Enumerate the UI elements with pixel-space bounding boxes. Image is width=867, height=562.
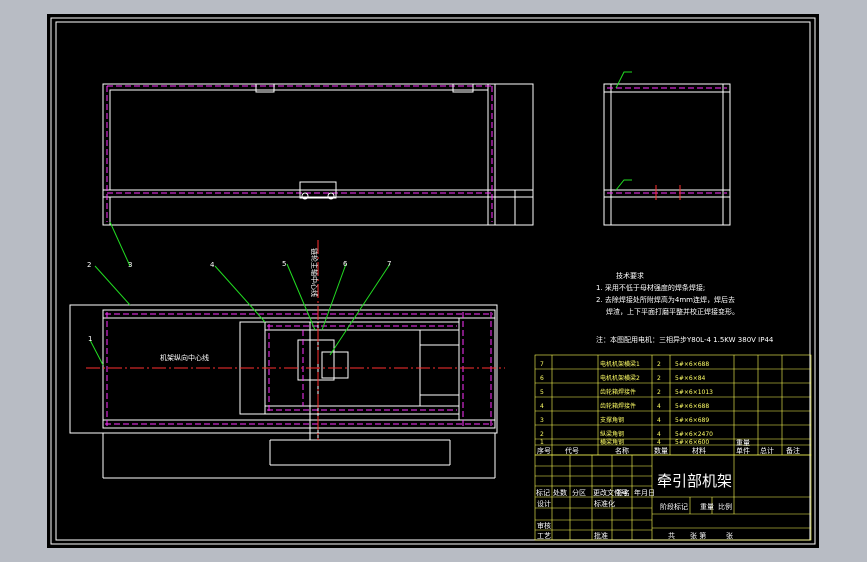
weight-label: 重量 <box>700 503 714 511</box>
bom-row-name: 齿轮箱焊接件 <box>600 388 636 396</box>
svg-text:标记: 标记 <box>536 488 550 497</box>
bom-row-no: 5 <box>540 389 544 396</box>
bom-row-no: 6 <box>540 375 544 382</box>
sheet-end-label: 张 <box>726 531 733 540</box>
sheets-label: 共 <box>668 531 675 540</box>
stage-mark-label: 阶段标记 <box>660 502 688 511</box>
vertical-centerline-label: 链轮主轴中心线 <box>310 248 319 297</box>
bom-row-material: 5#×6×84 <box>675 375 706 382</box>
bom-row-material: 5#×6×688 <box>675 403 709 410</box>
bom-row-no: 2 <box>540 431 544 438</box>
bom-row-no: 7 <box>540 361 544 368</box>
bom-row-qty: 2 <box>657 375 661 382</box>
svg-text:总计: 总计 <box>760 446 774 455</box>
tech-req-2b: 焊渣，上下平面打磨平整并校正焊接变形。 <box>606 307 739 316</box>
sheet-number-label: 张 第 <box>690 531 706 540</box>
svg-text:序号: 序号 <box>537 446 551 455</box>
review-label: 审核 <box>537 521 551 530</box>
balloon-3: 3 <box>128 261 132 269</box>
svg-text:处数: 处数 <box>553 488 567 497</box>
svg-text:材料: 材料 <box>692 446 706 455</box>
bom-row-name: 齿轮箱焊接件 <box>600 402 636 410</box>
bom-row-name: 横梁角钢 <box>600 438 624 446</box>
svg-text:数量: 数量 <box>654 446 668 455</box>
svg-text:单件: 单件 <box>736 446 750 455</box>
bom-row-name: 电机机架横梁1 <box>600 360 640 368</box>
mass-header: 重量 <box>736 439 750 447</box>
tech-req-1: 1. 采用不低于母材强度的焊条焊接; <box>596 283 705 292</box>
bom-row-material: 5#×6×1013 <box>675 389 713 396</box>
svg-text:名称: 名称 <box>615 446 629 455</box>
svg-text:分区: 分区 <box>572 488 586 497</box>
balloon-6: 6 <box>343 260 348 268</box>
drawing-sheet <box>47 14 819 548</box>
drawing-title: 牵引部机架 <box>657 472 732 490</box>
revision-row: 标记 处数 分区 更改文件号 签名 年月日 <box>536 488 655 497</box>
scale-label: 比例 <box>718 502 732 511</box>
bom-row-no: 1 <box>540 439 544 446</box>
bom-row-material: 5#×6×688 <box>675 361 709 368</box>
balloon-1: 1 <box>88 335 92 343</box>
designer-label: 设计 <box>537 499 551 508</box>
standardization-label: 标准化 <box>594 499 615 508</box>
approve-label: 批准 <box>594 531 608 540</box>
bom-row-material: 5#×6×2470 <box>675 431 713 438</box>
cad-background: 技术要求 1. 采用不低于母材强度的焊条焊接; 2. 去除焊接处所附焊高为4mm… <box>47 14 819 548</box>
bom-row-material: 5#×6×600 <box>675 439 709 446</box>
svg-text:签名: 签名 <box>616 488 630 497</box>
bom-row-qty: 2 <box>657 389 661 396</box>
bom-row-name: 纵梁角钢 <box>600 430 624 438</box>
svg-text:备注: 备注 <box>786 446 800 455</box>
bom-row-name: 电机机架横梁2 <box>600 374 640 382</box>
bom-row-name: 支撑角钢 <box>600 416 624 424</box>
bom-row-qty: 4 <box>657 439 661 446</box>
balloon-4: 4 <box>210 261 215 269</box>
bom-row-material: 5#×6×689 <box>675 417 709 424</box>
bom-row-qty: 4 <box>657 431 661 438</box>
process-label: 工艺 <box>537 532 551 540</box>
bom-row-qty: 4 <box>657 403 661 410</box>
bom-row-qty: 2 <box>657 361 661 368</box>
svg-text:代号: 代号 <box>565 446 579 455</box>
bom-row-qty: 4 <box>657 417 661 424</box>
bom-row-no: 3 <box>540 417 544 424</box>
tech-req-2a: 2. 去除焊接处所附焊高为4mm连焊，焊后去 <box>596 295 735 304</box>
balloon-5: 5 <box>282 260 286 268</box>
horizontal-centerline-label: 机架纵向中心线 <box>160 353 209 362</box>
svg-text:年月日: 年月日 <box>634 488 655 497</box>
bom-row-no: 4 <box>540 403 544 410</box>
balloon-7: 7 <box>387 260 391 268</box>
balloon-2: 2 <box>87 261 91 269</box>
tech-heading: 技术要求 <box>616 271 644 280</box>
motor-note: 注：本图配用电机：三相异步Y80L-4 1.5KW 380V IP44 <box>596 335 774 344</box>
